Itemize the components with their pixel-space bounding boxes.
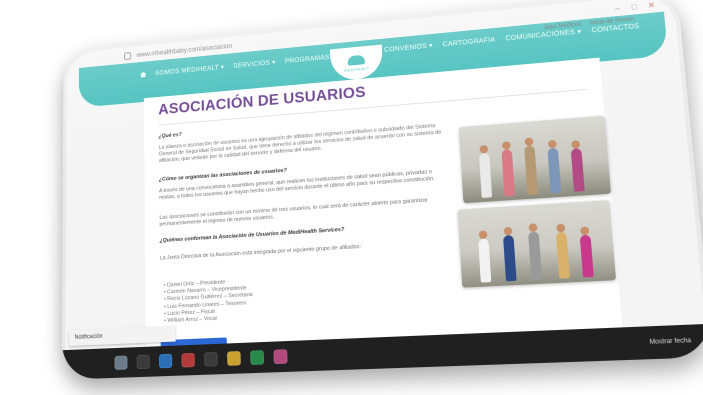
search-icon[interactable]	[137, 355, 150, 369]
person-figure	[580, 235, 594, 278]
person-figure	[547, 148, 561, 194]
app-green-icon[interactable]	[250, 350, 264, 365]
folder-icon[interactable]	[227, 351, 241, 366]
person-figure	[524, 145, 538, 194]
minimize-button[interactable]: –	[612, 3, 623, 13]
tray-clock[interactable]: Mostrar fecha	[649, 337, 703, 346]
app-pink-icon[interactable]	[273, 349, 287, 364]
home-icon[interactable]	[140, 71, 146, 77]
app-red-icon[interactable]	[181, 353, 194, 368]
person-figure	[556, 232, 570, 279]
person-figure	[503, 235, 517, 281]
person-figure	[528, 231, 542, 280]
nav-afiliados[interactable]: AFILIADOS / CONVENIOS ▾	[341, 42, 433, 58]
notification-text: Notificación	[75, 334, 103, 341]
close-button[interactable]: ✕	[646, 0, 658, 10]
maximize-button[interactable]: □	[629, 2, 640, 12]
nav-somos[interactable]: SOMOS MEDIHEALT ▾	[155, 63, 224, 77]
monitor-photo: www.mhealthbaby.com/asociacion – □ ✕ Aqu…	[62, 0, 703, 380]
app-icon[interactable]	[204, 352, 218, 367]
person-figure	[501, 149, 515, 196]
person-figure	[479, 153, 492, 198]
group-photo-1[interactable]	[459, 116, 611, 203]
start-icon[interactable]	[115, 355, 128, 369]
browser-icon[interactable]	[159, 354, 172, 369]
nav-servicios[interactable]: SERVICIOS ▾	[233, 58, 275, 69]
group-photo-2[interactable]	[458, 200, 616, 288]
logo-text: MEDIHEALT	[344, 65, 369, 72]
members-list: • Daniel Ortiz – Presidente • Carmen Nav…	[164, 278, 254, 325]
lock-icon	[124, 52, 131, 60]
nav-programas[interactable]: PROGRAMAS	[285, 54, 330, 65]
person-figure	[571, 148, 585, 192]
person-figure	[478, 239, 491, 283]
nav-cartografia[interactable]: CARTOGRAFIA	[442, 36, 495, 48]
main-content: ASOCIACIÓN DE USUARIOS ¿Qué es? La alian…	[144, 58, 623, 355]
